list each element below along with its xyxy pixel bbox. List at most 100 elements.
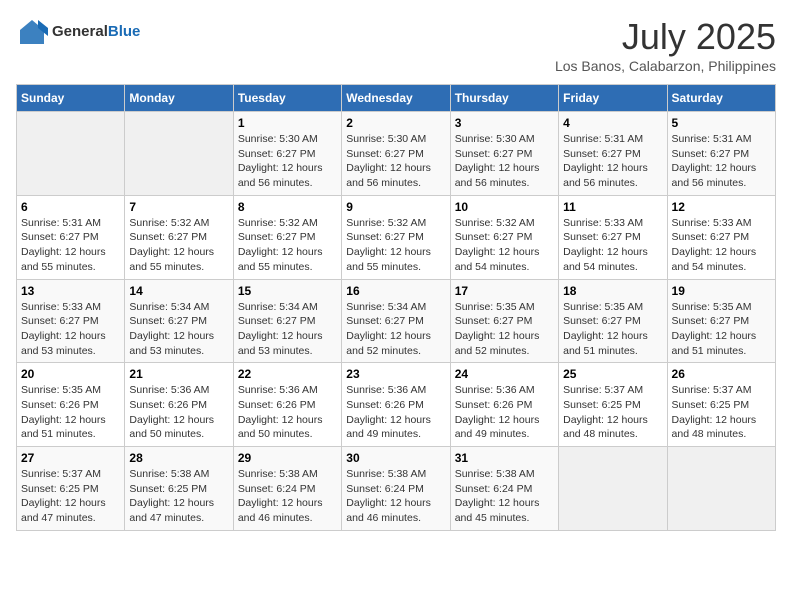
calendar-cell: 29Sunrise: 5:38 AM Sunset: 6:24 PM Dayli…	[233, 447, 341, 531]
calendar-cell: 21 Sunrise: 5:36 AM Sunset: 6:26 PM Dayli…	[125, 363, 233, 447]
calendar-cell: 27Sunrise: 5:37 AM Sunset: 6:25 PM Dayli…	[17, 447, 125, 531]
calendar-cell: 20 Sunrise: 5:35 AM Sunset: 6:26 PM Dayli…	[17, 363, 125, 447]
column-header-monday: Monday	[125, 85, 233, 112]
day-info: Sunrise: 5:32 AM Sunset: 6:27 PM Dayligh…	[455, 216, 554, 275]
calendar-cell	[125, 112, 233, 196]
day-number: 24	[455, 367, 554, 381]
day-number: 1	[238, 116, 337, 130]
day-number: 19	[672, 284, 771, 298]
calendar-table: SundayMondayTuesdayWednesdayThursdayFrid…	[16, 84, 776, 531]
day-number: 2	[346, 116, 445, 130]
calendar-week-row: 13 Sunrise: 5:33 AM Sunset: 6:27 PM Dayli…	[17, 279, 776, 363]
calendar-cell: 18 Sunrise: 5:35 AM Sunset: 6:27 PM Dayli…	[559, 279, 667, 363]
calendar-cell: 24Sunrise: 5:36 AM Sunset: 6:26 PM Dayli…	[450, 363, 558, 447]
day-number: 28	[129, 451, 228, 465]
calendar-header-row: SundayMondayTuesdayWednesdayThursdayFrid…	[17, 85, 776, 112]
day-info: Sunrise: 5:36 AM Sunset: 6:26 PM Dayligh…	[346, 383, 445, 442]
column-header-tuesday: Tuesday	[233, 85, 341, 112]
calendar-cell: 12 Sunrise: 5:33 AM Sunset: 6:27 PM Dayli…	[667, 195, 775, 279]
calendar-cell: 25Sunrise: 5:37 AM Sunset: 6:25 PM Dayli…	[559, 363, 667, 447]
month-title: July 2025	[555, 16, 776, 58]
day-number: 8	[238, 200, 337, 214]
calendar-cell: 30 Sunrise: 5:38 AM Sunset: 6:24 PM Dayli…	[342, 447, 450, 531]
day-info: Sunrise: 5:37 AM Sunset: 6:25 PM Dayligh…	[672, 383, 771, 442]
day-number: 20	[21, 367, 120, 381]
day-info: Sunrise: 5:32 AM Sunset: 6:27 PM Dayligh…	[129, 216, 228, 275]
calendar-cell: 10Sunrise: 5:32 AM Sunset: 6:27 PM Dayli…	[450, 195, 558, 279]
day-number: 23	[346, 367, 445, 381]
calendar-cell: 11Sunrise: 5:33 AM Sunset: 6:27 PM Dayli…	[559, 195, 667, 279]
calendar-cell: 31 Sunrise: 5:38 AM Sunset: 6:24 PM Dayli…	[450, 447, 558, 531]
day-info: Sunrise: 5:38 AM Sunset: 6:24 PM Dayligh…	[238, 467, 337, 526]
day-info: Sunrise: 5:31 AM Sunset: 6:27 PM Dayligh…	[21, 216, 120, 275]
calendar-cell: 17 Sunrise: 5:35 AM Sunset: 6:27 PM Dayli…	[450, 279, 558, 363]
day-info: Sunrise: 5:34 AM Sunset: 6:27 PM Dayligh…	[346, 300, 445, 359]
calendar-cell: 23 Sunrise: 5:36 AM Sunset: 6:26 PM Dayli…	[342, 363, 450, 447]
calendar-cell: 13 Sunrise: 5:33 AM Sunset: 6:27 PM Dayli…	[17, 279, 125, 363]
day-number: 6	[21, 200, 120, 214]
day-number: 31	[455, 451, 554, 465]
day-number: 26	[672, 367, 771, 381]
day-info: Sunrise: 5:37 AM Sunset: 6:25 PM Dayligh…	[21, 467, 120, 526]
day-number: 11	[563, 200, 662, 214]
day-info: Sunrise: 5:35 AM Sunset: 6:26 PM Dayligh…	[21, 383, 120, 442]
calendar-cell: 4 Sunrise: 5:31 AM Sunset: 6:27 PM Daylig…	[559, 112, 667, 196]
day-number: 4	[563, 116, 662, 130]
day-number: 16	[346, 284, 445, 298]
calendar-cell: 2Sunrise: 5:30 AM Sunset: 6:27 PM Daylig…	[342, 112, 450, 196]
calendar-cell: 19 Sunrise: 5:35 AM Sunset: 6:27 PM Dayli…	[667, 279, 775, 363]
calendar-week-row: 27Sunrise: 5:37 AM Sunset: 6:25 PM Dayli…	[17, 447, 776, 531]
day-info: Sunrise: 5:32 AM Sunset: 6:27 PM Dayligh…	[346, 216, 445, 275]
header: GeneralBlue July 2025 Los Banos, Calabar…	[16, 16, 776, 74]
logo-general-text: General	[52, 23, 108, 40]
logo-blue-text: Blue	[108, 23, 141, 40]
calendar-cell: 26 Sunrise: 5:37 AM Sunset: 6:25 PM Dayli…	[667, 363, 775, 447]
calendar-cell: 22 Sunrise: 5:36 AM Sunset: 6:26 PM Dayli…	[233, 363, 341, 447]
day-info: Sunrise: 5:38 AM Sunset: 6:25 PM Dayligh…	[129, 467, 228, 526]
calendar-cell: 9 Sunrise: 5:32 AM Sunset: 6:27 PM Daylig…	[342, 195, 450, 279]
day-number: 30	[346, 451, 445, 465]
calendar-cell: 28 Sunrise: 5:38 AM Sunset: 6:25 PM Dayli…	[125, 447, 233, 531]
day-number: 12	[672, 200, 771, 214]
day-info: Sunrise: 5:30 AM Sunset: 6:27 PM Dayligh…	[238, 132, 337, 191]
calendar-week-row: 20 Sunrise: 5:35 AM Sunset: 6:26 PM Dayli…	[17, 363, 776, 447]
calendar-cell: 6 Sunrise: 5:31 AM Sunset: 6:27 PM Daylig…	[17, 195, 125, 279]
day-info: Sunrise: 5:31 AM Sunset: 6:27 PM Dayligh…	[563, 132, 662, 191]
location-subtitle: Los Banos, Calabarzon, Philippines	[555, 58, 776, 74]
day-info: Sunrise: 5:33 AM Sunset: 6:27 PM Dayligh…	[21, 300, 120, 359]
column-header-thursday: Thursday	[450, 85, 558, 112]
day-info: Sunrise: 5:36 AM Sunset: 6:26 PM Dayligh…	[129, 383, 228, 442]
day-info: Sunrise: 5:35 AM Sunset: 6:27 PM Dayligh…	[563, 300, 662, 359]
day-info: Sunrise: 5:34 AM Sunset: 6:27 PM Dayligh…	[129, 300, 228, 359]
day-number: 17	[455, 284, 554, 298]
calendar-cell	[17, 112, 125, 196]
calendar-cell: 8 Sunrise: 5:32 AM Sunset: 6:27 PM Daylig…	[233, 195, 341, 279]
day-number: 13	[21, 284, 120, 298]
day-info: Sunrise: 5:30 AM Sunset: 6:27 PM Dayligh…	[455, 132, 554, 191]
day-number: 22	[238, 367, 337, 381]
calendar-cell: 5Sunrise: 5:31 AM Sunset: 6:27 PM Daylig…	[667, 112, 775, 196]
calendar-cell: 16 Sunrise: 5:34 AM Sunset: 6:27 PM Dayli…	[342, 279, 450, 363]
day-info: Sunrise: 5:32 AM Sunset: 6:27 PM Dayligh…	[238, 216, 337, 275]
day-number: 5	[672, 116, 771, 130]
day-number: 7	[129, 200, 228, 214]
day-info: Sunrise: 5:37 AM Sunset: 6:25 PM Dayligh…	[563, 383, 662, 442]
day-number: 15	[238, 284, 337, 298]
column-header-wednesday: Wednesday	[342, 85, 450, 112]
day-info: Sunrise: 5:38 AM Sunset: 6:24 PM Dayligh…	[346, 467, 445, 526]
day-number: 21	[129, 367, 228, 381]
day-info: Sunrise: 5:33 AM Sunset: 6:27 PM Dayligh…	[672, 216, 771, 275]
column-header-sunday: Sunday	[17, 85, 125, 112]
calendar-cell: 3Sunrise: 5:30 AM Sunset: 6:27 PM Daylig…	[450, 112, 558, 196]
title-area: July 2025 Los Banos, Calabarzon, Philipp…	[555, 16, 776, 74]
day-info: Sunrise: 5:35 AM Sunset: 6:27 PM Dayligh…	[455, 300, 554, 359]
column-header-saturday: Saturday	[667, 85, 775, 112]
calendar-cell: 1 Sunrise: 5:30 AM Sunset: 6:27 PM Daylig…	[233, 112, 341, 196]
day-info: Sunrise: 5:38 AM Sunset: 6:24 PM Dayligh…	[455, 467, 554, 526]
day-number: 9	[346, 200, 445, 214]
day-info: Sunrise: 5:34 AM Sunset: 6:27 PM Dayligh…	[238, 300, 337, 359]
day-info: Sunrise: 5:35 AM Sunset: 6:27 PM Dayligh…	[672, 300, 771, 359]
day-info: Sunrise: 5:36 AM Sunset: 6:26 PM Dayligh…	[238, 383, 337, 442]
day-number: 18	[563, 284, 662, 298]
calendar-cell	[667, 447, 775, 531]
